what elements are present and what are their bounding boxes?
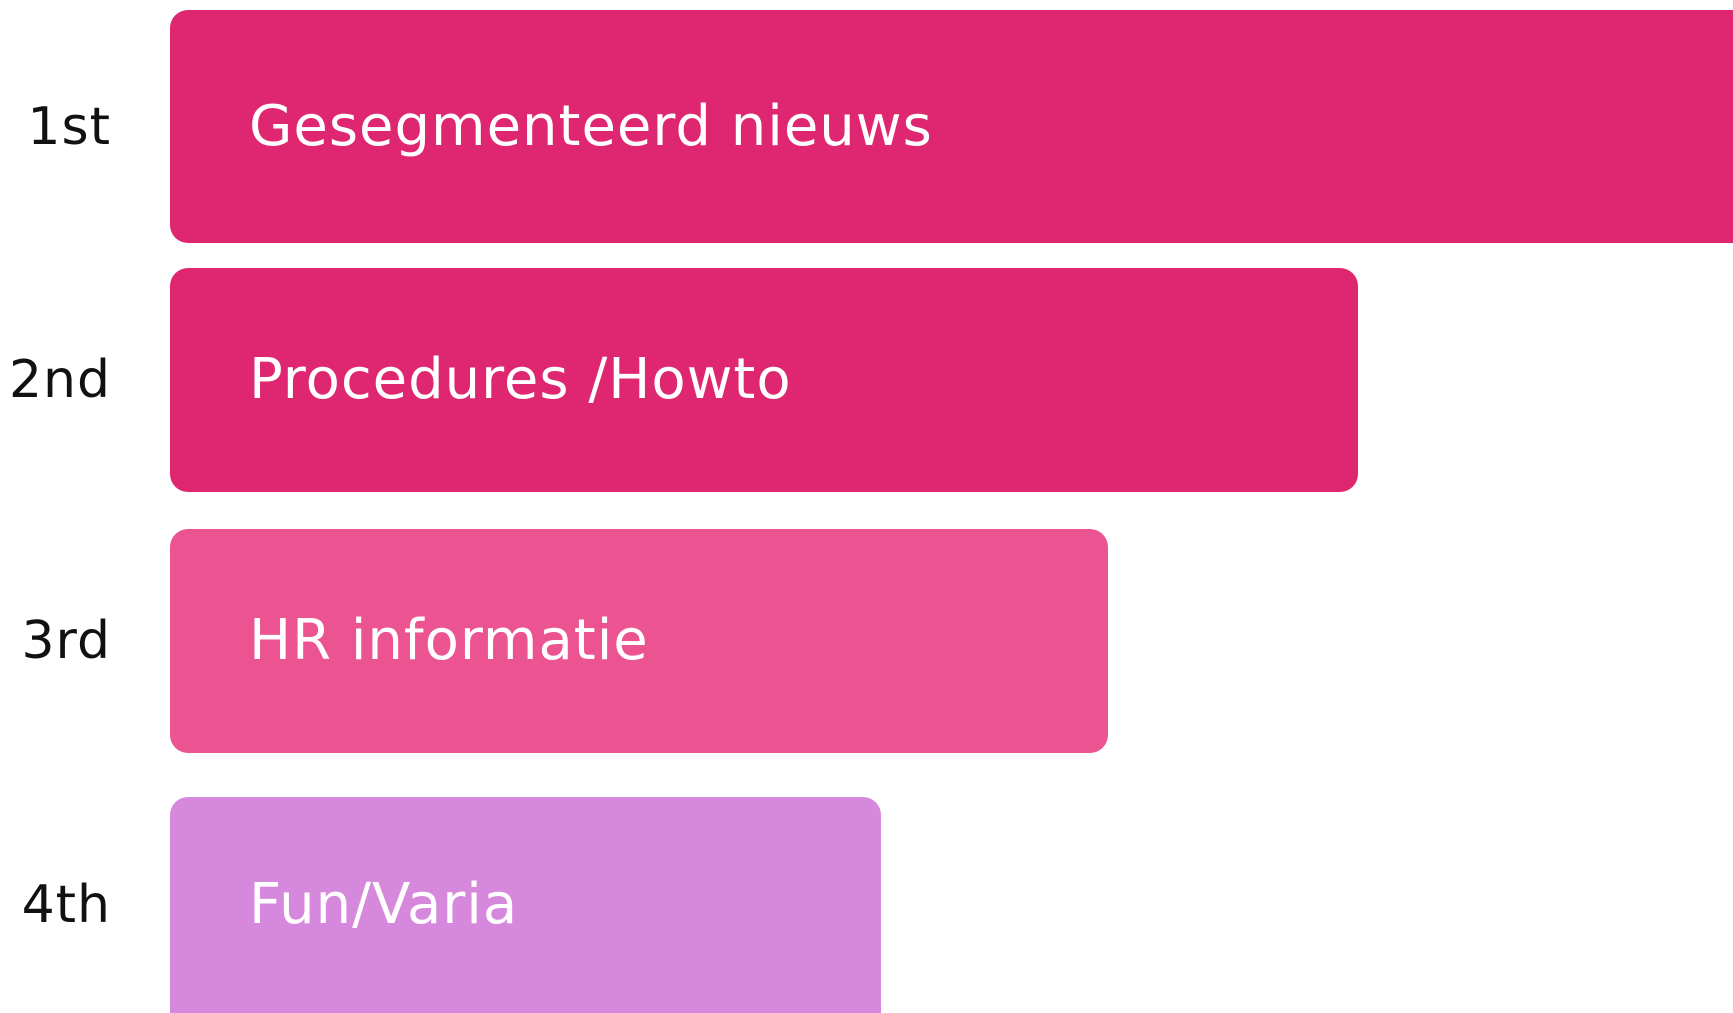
- rank-label-2nd: 2nd: [8, 350, 111, 410]
- ranking-bar-chart: 1st Gesegmenteerd nieuws 2nd Procedures /Ho…: [0, 0, 1733, 1013]
- bar-category-label: Gesegmenteerd nieuws: [249, 93, 933, 159]
- rank-label-1st: 1st: [27, 96, 111, 157]
- bar-category-label: Procedures /Howto: [249, 347, 792, 412]
- bar-3rd: HR informatie: [170, 529, 1108, 753]
- rank-label-4th: 4th: [21, 875, 111, 935]
- rank-label-3rd: 3rd: [21, 611, 111, 671]
- bar-1st: Gesegmenteerd nieuws: [170, 10, 1733, 243]
- bar-category-label: HR informatie: [249, 608, 649, 673]
- bar-4th: Fun/Varia: [170, 797, 881, 1013]
- bar-category-label: Fun/Varia: [249, 872, 519, 937]
- bar-2nd: Procedures /Howto: [170, 268, 1358, 492]
